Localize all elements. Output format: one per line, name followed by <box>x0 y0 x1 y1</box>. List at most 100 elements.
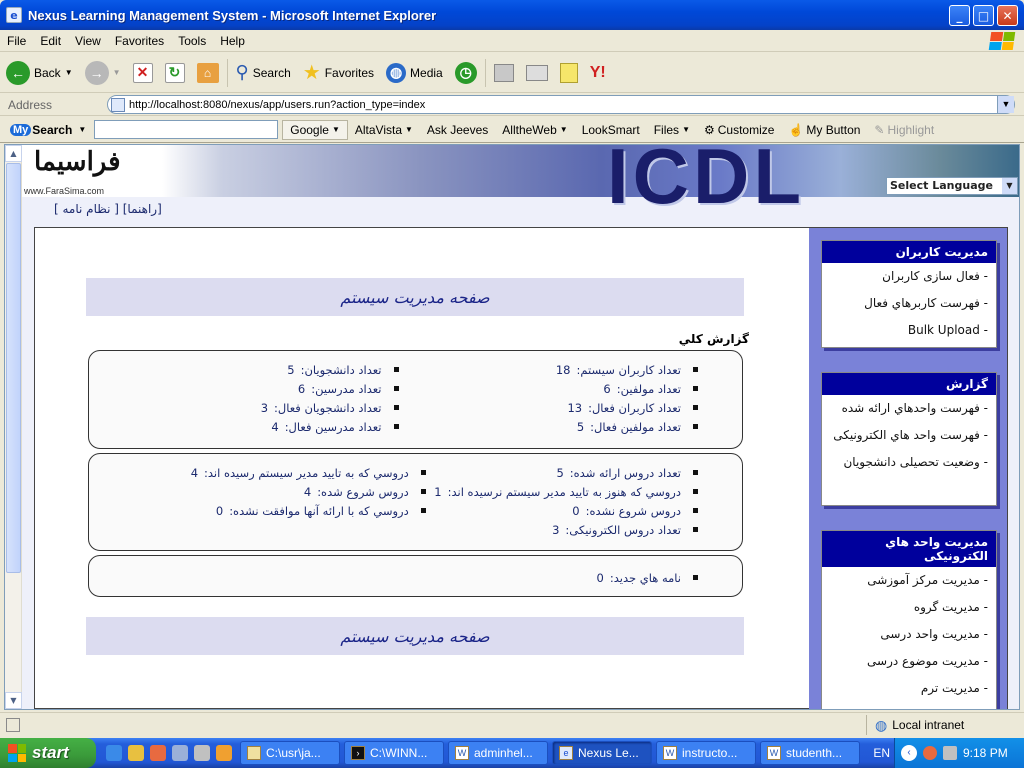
taskbar-button[interactable]: › C:\WINN... <box>344 741 444 765</box>
menu-tools[interactable]: Tools <box>171 34 213 48</box>
stat-value: 18 <box>555 362 571 377</box>
messenger-button[interactable]: Y! <box>584 56 612 90</box>
favorites-button[interactable]: ★ Favorites <box>297 56 380 90</box>
printer-icon <box>525 64 548 81</box>
search-button[interactable]: ⚲ Search <box>230 56 297 90</box>
sidebar-item-offered-units[interactable]: - فهرست واحدهاي ارائه شده <box>822 395 996 422</box>
media-player-icon[interactable] <box>128 745 144 761</box>
minimize-button[interactable]: _ <box>949 5 970 26</box>
taskbar-button[interactable]: C:\usr\ja... <box>240 741 340 765</box>
report-title: گزارش کلي <box>678 332 749 346</box>
engine-altavista[interactable]: AltaVista ▼ <box>348 123 420 137</box>
mysearch-input[interactable] <box>94 120 279 139</box>
taskbar-button-label: instructo... <box>682 746 738 760</box>
tray-app-icon[interactable] <box>923 746 937 760</box>
language-indicator[interactable]: EN <box>873 746 890 760</box>
stat-label: تعداد دروس ارائه شده: <box>569 465 681 480</box>
close-button[interactable]: ✕ <box>997 5 1018 26</box>
taskbar-button[interactable]: Wstudenth... <box>760 741 860 765</box>
sidebar-item-group[interactable]: - مديريت گروه <box>822 594 996 621</box>
tool-icon[interactable] <box>194 745 210 761</box>
browser-window: e Nexus Learning Management System - Mic… <box>0 0 1024 738</box>
start-label: start <box>32 743 69 762</box>
sidebar-item-elearning-units[interactable]: - فهرست واحد هاي الکترونيکی <box>822 422 996 449</box>
stat-value: 6 <box>603 381 611 396</box>
my-button-label: My Button <box>806 122 861 137</box>
list-item: دروس شروع نشده: 0 <box>426 501 698 520</box>
menu-help[interactable]: Help <box>213 34 252 48</box>
back-button[interactable]: ← Back ▼ <box>0 56 79 90</box>
app-icon[interactable] <box>216 745 232 761</box>
taskbar-button[interactable]: Winstructo... <box>656 741 756 765</box>
tray-arrow-icon[interactable]: ‹ <box>901 745 917 761</box>
history-button[interactable]: ◷ <box>449 56 483 90</box>
search-label: Search <box>252 65 291 80</box>
vertical-scrollbar[interactable]: ▲ ▼ <box>5 145 22 709</box>
mail-icon <box>493 63 514 82</box>
mysearch-logo-my: My <box>10 123 32 136</box>
engine-alltheweb[interactable]: AlltheWeb ▼ <box>495 123 574 137</box>
sidebar-item-activate-users[interactable]: - فعال سازی کاربران <box>822 263 996 290</box>
refresh-icon: ↻ <box>164 62 185 83</box>
sidebar-item-subject[interactable]: - مديريت موضوع درسی <box>822 648 996 675</box>
stat-label: تعداد کاربران فعال: <box>588 400 681 415</box>
home-button[interactable]: ⌂ <box>191 56 225 90</box>
customize-button[interactable]: ⚙ Customize <box>697 123 781 137</box>
sidebar-item-active-users[interactable]: - فهرست کاربرهاي فعال <box>822 290 996 317</box>
messages-box: نامه هاي جديد: 0 <box>88 555 743 597</box>
menu-edit[interactable]: Edit <box>33 34 68 48</box>
sidebar-item-term[interactable]: - مديريت ترم <box>822 675 996 702</box>
maximize-button[interactable]: □ <box>973 5 994 26</box>
menu-favorites[interactable]: Favorites <box>108 34 171 48</box>
menu-view[interactable]: View <box>68 34 108 48</box>
list-item: تعداد مدرسين: 6 <box>99 379 399 398</box>
sidebar-item-student-status[interactable]: - وضعيت تحصيلی دانشجويان <box>822 449 996 476</box>
taskbar-button-active[interactable]: e Nexus Le... <box>552 741 652 765</box>
scroll-down-icon[interactable]: ▼ <box>5 692 22 709</box>
menu-bar: File Edit View Favorites Tools Help <box>0 30 1024 52</box>
media-button[interactable]: ◍ Media <box>380 56 449 90</box>
word-doc-icon: W <box>455 746 469 760</box>
scroll-up-icon[interactable]: ▲ <box>5 145 22 162</box>
list-item: تعداد دانشجويان فعال: 3 <box>99 398 399 417</box>
refresh-button[interactable]: ↻ <box>159 56 191 90</box>
status-bar: ◍ Local intranet <box>0 712 1024 736</box>
list-item: نامه هاي جديد: 0 <box>399 568 699 587</box>
menu-file[interactable]: File <box>0 34 33 48</box>
tray-network-icon[interactable] <box>943 746 957 760</box>
language-select[interactable]: Select Language ▼ <box>886 177 1018 195</box>
stat-value: 0 <box>215 503 224 518</box>
sidebar-item-training-center[interactable]: - مديريت مرکز آموزشی <box>822 567 996 594</box>
engine-askjeeves[interactable]: Ask Jeeves <box>420 123 495 137</box>
forward-button[interactable]: → ▼ <box>79 56 127 90</box>
yahoo-quicklaunch-icon[interactable] <box>150 745 166 761</box>
ie-quicklaunch-icon[interactable] <box>106 745 122 761</box>
mysearch-logo[interactable]: My Search ▼ <box>10 123 86 137</box>
start-button[interactable]: start <box>0 738 96 768</box>
desktop-icon[interactable] <box>172 745 188 761</box>
note-icon <box>559 62 578 83</box>
taskbar-button[interactable]: Wadminhel... <box>448 741 548 765</box>
scroll-thumb[interactable] <box>6 163 21 573</box>
address-input[interactable]: http://localhost:8080/nexus/app/users.ru… <box>107 95 1015 114</box>
mail-button[interactable] <box>488 56 520 90</box>
my-button[interactable]: ☝ My Button <box>781 123 867 137</box>
back-label: Back <box>34 65 61 80</box>
help-links[interactable]: [راهنما] [ نظام نامه ] <box>54 202 162 216</box>
engine-google[interactable]: Google ▼ <box>282 119 348 140</box>
stop-button[interactable]: ✕ <box>127 56 159 90</box>
print-button[interactable] <box>520 56 554 90</box>
sidebar-item-bulk-upload[interactable]: - Bulk Upload <box>822 317 996 344</box>
engine-looksmart[interactable]: LookSmart <box>575 123 647 137</box>
stat-value: 3 <box>260 400 269 415</box>
highlight-button[interactable]: ✎ Highlight <box>867 123 941 137</box>
address-dropdown-icon[interactable]: ▼ <box>997 96 1014 113</box>
list-item: تعداد مولفين فعال: 5 <box>399 417 699 436</box>
edit-button[interactable] <box>554 56 584 90</box>
list-item: تعداد دروس الکترونيکی: 3 <box>426 520 698 539</box>
files-label: Files <box>653 122 680 137</box>
stat-value: 0 <box>572 503 580 518</box>
files-menu[interactable]: Files ▼ <box>647 123 697 137</box>
sidebar-item-course-unit[interactable]: - مديريت واحد درسی <box>822 621 996 648</box>
stat-label: تعداد دانشجويان فعال: <box>274 400 382 415</box>
